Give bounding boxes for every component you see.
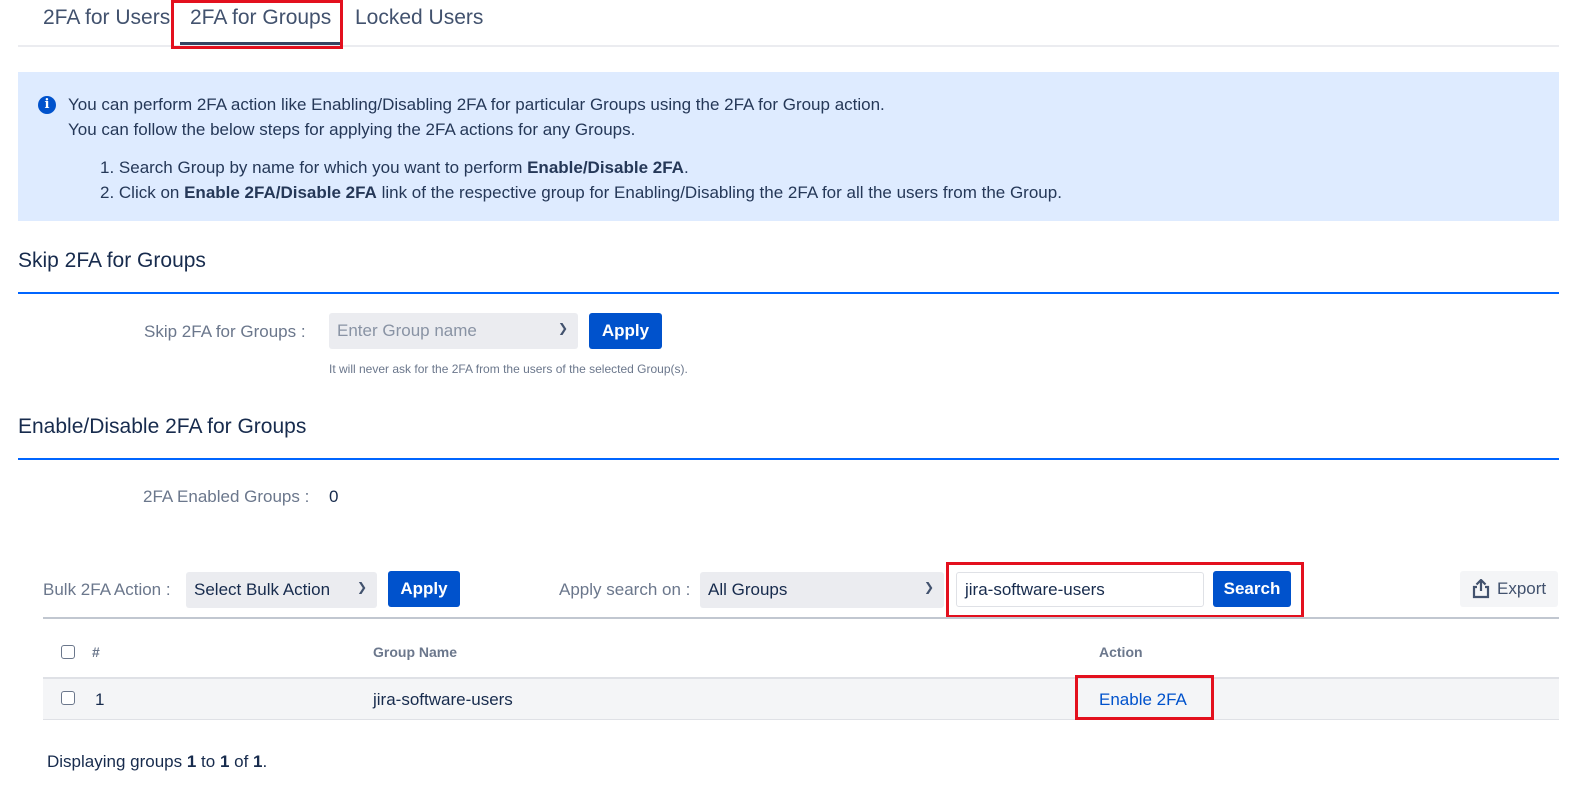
enable-section-title: Enable/Disable 2FA for Groups [18, 415, 307, 438]
bulk-action-value: Select Bulk Action [194, 580, 331, 599]
chevron-down-icon: ❯ [356, 580, 367, 594]
bulk-apply-button[interactable]: Apply [388, 571, 460, 607]
select-all-checkbox[interactable] [61, 645, 75, 659]
enable-2fa-link[interactable]: Enable 2FA [1099, 690, 1187, 710]
skip-hint-text: It will never ask for the 2FA from the u… [329, 362, 688, 376]
info-step-1-text: 1. Search Group by name for which you wa… [100, 158, 528, 177]
tab-2fa-for-users[interactable]: 2FA for Users [43, 6, 170, 30]
pagination-suffix: . [262, 752, 268, 771]
enable-section-divider [18, 458, 1559, 460]
info-step-2-suffix: link of the respective group for Enablin… [376, 183, 1062, 202]
tab-locked-users[interactable]: Locked Users [355, 6, 483, 30]
pagination-to-word: to [196, 752, 220, 771]
search-button[interactable]: Search [1213, 571, 1291, 607]
row-checkbox[interactable] [61, 691, 75, 705]
export-label: Export [1497, 579, 1547, 598]
pagination-total: 1 [253, 752, 263, 771]
info-icon: i [38, 96, 56, 114]
info-panel: i You can perform 2FA action like Enabli… [18, 72, 1559, 221]
skip-section-divider [18, 292, 1559, 294]
column-header-group-name[interactable]: Group Name [373, 644, 457, 660]
column-header-index: # [92, 644, 100, 660]
pagination-summary: Displaying groups 1 to 1 of 1. [47, 752, 267, 772]
info-step-1-suffix: . [683, 158, 689, 177]
info-step-1-bold: Enable/Disable 2FA [527, 158, 684, 177]
pagination-of-word: of [229, 752, 254, 771]
chevron-down-icon: ❯ [923, 580, 934, 594]
info-step-1: 1. Search Group by name for which you wa… [100, 158, 689, 178]
search-on-value: All Groups [708, 580, 788, 599]
info-step-2: 2. Click on Enable 2FA/Disable 2FA link … [100, 183, 1062, 203]
enabled-groups-count: 0 [329, 487, 339, 506]
info-step-2-bold: Enable 2FA/Disable 2FA [184, 183, 377, 202]
skip-groups-select[interactable]: Enter Group name ❯ [329, 313, 578, 349]
search-on-select[interactable]: All Groups ❯ [700, 572, 944, 608]
bulk-action-select[interactable]: Select Bulk Action ❯ [186, 572, 377, 608]
pagination-to: 1 [219, 752, 230, 771]
tab-bar: 2FA for Users 2FA for Groups Locked User… [18, 0, 1559, 47]
column-header-action: Action [1099, 644, 1143, 660]
bulk-action-label: Bulk 2FA Action : [43, 580, 171, 599]
pagination-from: 1 [186, 752, 197, 771]
export-button[interactable]: Export [1460, 571, 1558, 607]
enabled-groups-label: 2FA Enabled Groups : [143, 487, 310, 506]
search-on-label: Apply search on : [559, 580, 691, 599]
info-step-2-text: 2. Click on [100, 183, 185, 202]
skip-section-title: Skip 2FA for Groups [18, 249, 206, 272]
toolbar-divider [43, 617, 1559, 619]
info-line-2: You can follow the below steps for apply… [68, 120, 636, 139]
tab-2fa-for-groups[interactable]: 2FA for Groups [179, 6, 342, 45]
upload-icon [1472, 578, 1490, 604]
info-line-1: You can perform 2FA action like Enabling… [68, 95, 885, 114]
skip-groups-label: Skip 2FA for Groups : [144, 322, 306, 341]
row-group-name: jira-software-users [373, 690, 513, 709]
row-index: 1 [95, 690, 105, 709]
chevron-down-icon: ❯ [557, 321, 568, 335]
skip-apply-button[interactable]: Apply [589, 313, 662, 349]
skip-groups-placeholder: Enter Group name [337, 321, 477, 340]
table-row: 1 jira-software-users Enable 2FA [43, 677, 1559, 720]
pagination-prefix: Displaying groups [47, 752, 187, 771]
search-input[interactable]: jira-software-users [956, 572, 1204, 607]
